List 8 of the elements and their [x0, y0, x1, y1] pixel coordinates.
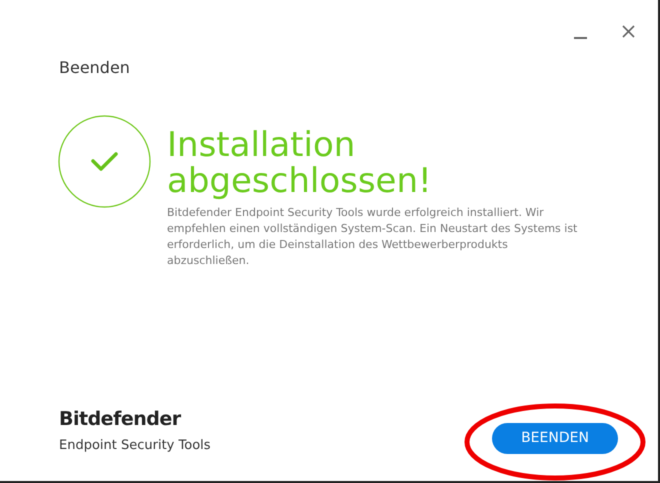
window-heading: Beenden — [59, 57, 131, 79]
minimize-icon — [574, 37, 586, 39]
brand-logo: Bitdefender — [59, 407, 182, 432]
result-title: Installation abgeschlossen! — [167, 127, 433, 199]
close-icon — [622, 24, 634, 38]
product-name: Endpoint Security Tools — [59, 436, 211, 454]
finish-button[interactable]: BEENDEN — [492, 423, 618, 454]
result-message: Bitdefender Endpoint Security Tools wurde erfolgreich installiert. Wir empfehlen einen vollständigen System-Scan. Ein Neustart des Systems ist erforderlich, um die Deinstallation des Wettbewerberprodukts abzuschließen. — [167, 205, 578, 269]
